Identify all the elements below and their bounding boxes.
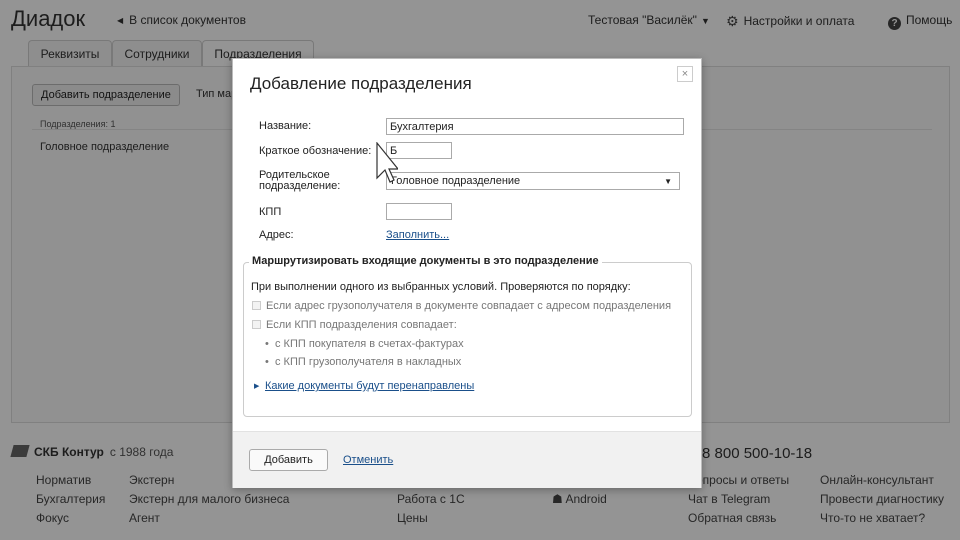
bullet-icon: • <box>265 356 269 368</box>
add-department-dialog: Добавление подразделения × Название: Кра… <box>232 58 702 488</box>
expand-arrow-icon: ▶ <box>254 383 260 390</box>
name-field[interactable] <box>386 118 684 135</box>
parent-label-line2: подразделение: <box>259 180 341 192</box>
address-match-checkbox[interactable] <box>252 301 261 310</box>
kpp-label: КПП <box>259 206 282 218</box>
dialog-footer: Добавить Отменить <box>233 431 701 488</box>
fill-address-link[interactable]: Заполнить... <box>386 229 449 241</box>
close-icon[interactable]: × <box>677 66 693 82</box>
routing-description: При выполнении одного из выбранных услов… <box>251 281 631 293</box>
mouse-cursor-icon <box>376 142 398 183</box>
kpp-buyer-option: с КПП покупателя в счетах-фактурах <box>275 338 464 350</box>
forwarded-documents-link[interactable]: Какие документы будут перенаправлены <box>265 380 474 392</box>
kpp-match-checkbox[interactable] <box>252 320 261 329</box>
parent-department-select[interactable]: Головное подразделение ▼ <box>386 172 680 190</box>
kpp-match-label: Если КПП подразделения совпадает: <box>266 319 457 331</box>
routing-title: Маршрутизировать входящие документы в эт… <box>249 255 602 267</box>
dialog-title: Добавление подразделения <box>250 74 472 93</box>
cancel-link[interactable]: Отменить <box>343 454 393 466</box>
name-label: Название: <box>259 120 312 132</box>
bullet-icon: • <box>265 338 269 350</box>
kpp-consignee-option: с КПП грузополучателя в накладных <box>275 356 462 368</box>
kpp-field[interactable] <box>386 203 452 220</box>
short-name-label: Краткое обозначение: <box>259 145 372 157</box>
address-match-label: Если адрес грузополучателя в документе с… <box>266 300 672 312</box>
add-button[interactable]: Добавить <box>249 449 328 471</box>
parent-department-label: Родительское подразделение: <box>259 170 340 192</box>
address-label: Адрес: <box>259 229 294 241</box>
dropdown-arrow-icon: ▼ <box>664 177 672 186</box>
parent-department-value: Головное подразделение <box>391 175 521 187</box>
